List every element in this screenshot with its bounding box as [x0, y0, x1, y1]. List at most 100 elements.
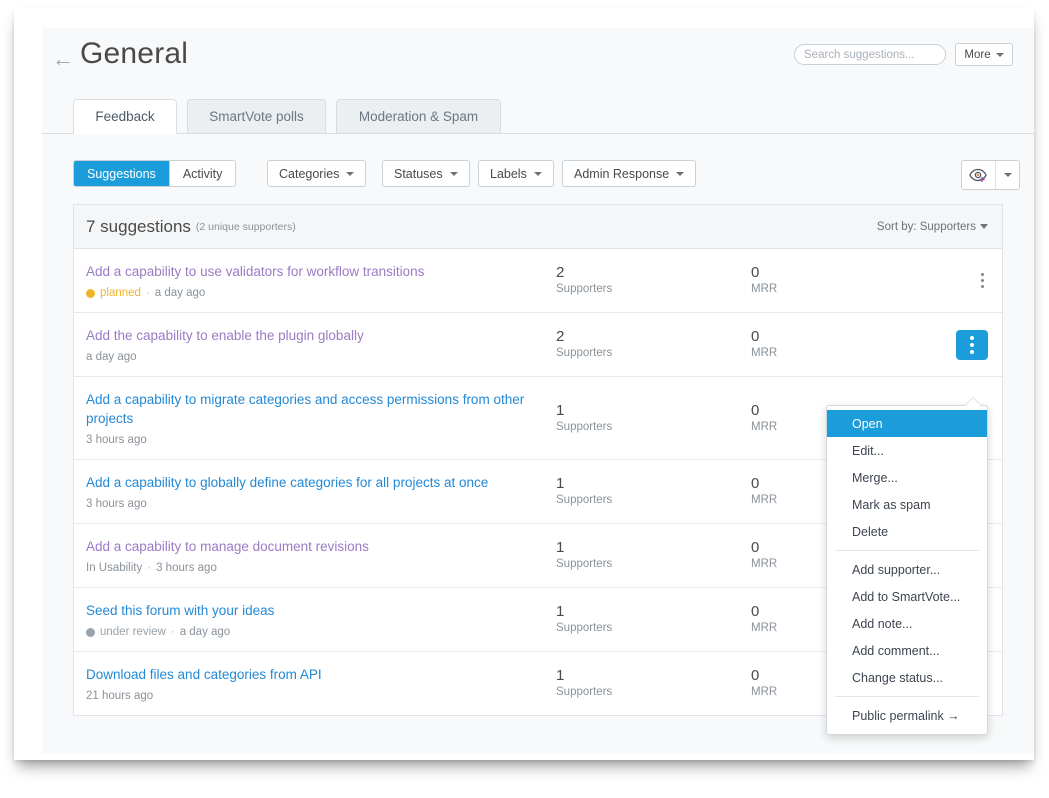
menu-pointer-arrow	[965, 398, 981, 406]
timestamp: 3 hours ago	[86, 498, 147, 510]
supporters-label: Supporters	[556, 347, 613, 359]
filter-label: Categories	[279, 166, 340, 181]
meta-separator: ·	[145, 287, 150, 299]
menu-separator	[835, 696, 979, 697]
unique-supporters-count: (2 unique supporters)	[195, 220, 296, 233]
supporters-cell: 1 Supporters	[556, 539, 751, 572]
supporters-cell: 1 Supporters	[556, 475, 751, 508]
menu-item-mark-as-spam[interactable]: Mark as spam	[827, 491, 987, 518]
supporters-count: 2	[556, 264, 565, 281]
visibility-dropdown-toggle[interactable]	[995, 161, 1019, 189]
filter-label: Statuses	[394, 166, 443, 181]
tab-feedback[interactable]: Feedback	[73, 99, 177, 134]
chevron-down-icon	[1003, 173, 1012, 177]
filter-categories-button[interactable]: Categories	[267, 160, 367, 187]
supporters-label: Supporters	[556, 420, 613, 433]
suggestion-title-link[interactable]: Add a capability to migrate categories a…	[86, 390, 556, 428]
row-actions-menu-button[interactable]	[974, 270, 990, 292]
chevron-down-icon	[449, 171, 458, 176]
filter-toolbar: Suggestions Activity Categories Statuses…	[42, 160, 1034, 190]
supporters-count: 1	[556, 603, 565, 620]
filter-label: Labels	[490, 166, 527, 181]
menu-item-add-supporter[interactable]: Add supporter...	[827, 556, 987, 583]
table-row[interactable]: Add the capability to enable the plugin …	[74, 313, 1002, 377]
mrr-label: MRR	[751, 283, 778, 295]
row-content: Add the capability to enable the plugin …	[86, 313, 556, 376]
page-header: ← General More	[42, 28, 1034, 94]
tab-moderation-spam[interactable]: Moderation & Spam	[336, 99, 501, 134]
menu-item-change-status[interactable]: Change status...	[827, 664, 987, 691]
suggestion-title-link[interactable]: Download files and categories from API	[86, 665, 556, 684]
more-button-label: More	[964, 48, 991, 61]
filter-admin-response-button[interactable]: Admin Response	[562, 160, 697, 187]
row-meta: 21 hours ago	[86, 690, 556, 702]
row-content: Seed this forum with your ideas under rev…	[86, 588, 556, 651]
suggestion-title-link[interactable]: Add the capability to enable the plugin …	[86, 326, 556, 345]
search-input[interactable]	[794, 44, 946, 65]
eye-plus-icon[interactable]	[962, 161, 995, 189]
suggestion-title-link[interactable]: Seed this forum with your ideas	[86, 601, 556, 620]
suggestion-title-link[interactable]: Add a capability to globally define cate…	[86, 473, 556, 492]
row-meta: 3 hours ago	[86, 498, 556, 510]
tab-underline	[42, 133, 1034, 134]
mrr-cell: 0 MRR	[751, 264, 931, 297]
status-dot-icon	[86, 627, 95, 637]
menu-item-edit[interactable]: Edit...	[827, 437, 987, 464]
list-header: 7 suggestions (2 unique supporters) Sort…	[74, 205, 1002, 249]
menu-item-add-to-smartvote[interactable]: Add to SmartVote...	[827, 583, 987, 610]
row-meta: a day ago	[86, 351, 556, 363]
chevron-down-icon	[533, 171, 542, 176]
tab-label: SmartVote polls	[209, 109, 304, 124]
filter-labels-button[interactable]: Labels	[478, 160, 554, 187]
supporters-count: 1	[556, 475, 565, 492]
row-meta: 3 hours ago	[86, 434, 556, 446]
timestamp: 21 hours ago	[86, 690, 154, 702]
tab-smartvote-polls[interactable]: SmartVote polls	[187, 99, 326, 134]
page-title: General	[80, 37, 189, 70]
menu-item-public-permalink[interactable]: Public permalink →	[827, 702, 987, 729]
timestamp: a day ago	[154, 287, 206, 299]
row-actions-menu-button[interactable]	[956, 329, 988, 360]
filter-label: Admin Response	[574, 166, 670, 181]
supporters-count: 2	[556, 328, 565, 345]
row-meta: under review · a day ago	[86, 626, 556, 638]
content-panel: ← General More Feedback SmartVote polls …	[42, 28, 1034, 754]
menu-item-merge[interactable]: Merge...	[827, 464, 987, 491]
table-row[interactable]: Add a capability to use validators for w…	[74, 249, 1002, 313]
suggestions-count: 7 suggestions	[86, 216, 191, 236]
meta-separator: ·	[147, 562, 152, 574]
category-label: In Usability	[86, 562, 143, 574]
tab-label: Moderation & Spam	[358, 109, 479, 124]
status-badge: under review	[100, 626, 166, 638]
suggestion-title-link[interactable]: Add a capability to use validators for w…	[86, 262, 556, 281]
row-content: Download files and categories from API 21…	[86, 652, 556, 715]
chevron-down-icon	[676, 171, 685, 176]
supporters-label: Supporters	[556, 622, 613, 634]
menu-item-delete[interactable]: Delete	[827, 518, 987, 545]
supporters-cell: 2 Supporters	[556, 328, 751, 361]
row-content: Add a capability to use validators for w…	[86, 249, 556, 312]
back-arrow-icon[interactable]: ←	[50, 46, 76, 72]
segment-activity[interactable]: Activity	[168, 161, 236, 186]
tab-bar: Feedback SmartVote polls Moderation & Sp…	[42, 99, 1034, 134]
mrr-value: 0	[751, 264, 760, 281]
supporters-cell: 1 Supporters	[556, 667, 751, 700]
more-button[interactable]: More	[955, 43, 1013, 66]
supporters-cell: 1 Supporters	[556, 603, 751, 636]
tab-label: Feedback	[95, 109, 155, 124]
menu-item-add-comment[interactable]: Add comment...	[827, 637, 987, 664]
timestamp: 3 hours ago	[156, 562, 217, 574]
menu-item-add-note[interactable]: Add note...	[827, 610, 987, 637]
menu-item-open[interactable]: Open	[827, 410, 987, 437]
row-meta: In Usability · 3 hours ago	[86, 562, 556, 574]
row-meta: planned · a day ago	[86, 287, 556, 299]
sort-by-control[interactable]: Sort by: Supporters	[877, 221, 988, 233]
segment-suggestions[interactable]: Suggestions	[74, 161, 169, 186]
chevron-down-icon	[346, 171, 355, 176]
view-segmented-control: Suggestions Activity	[73, 160, 237, 187]
supporters-label: Supporters	[556, 686, 613, 698]
suggestion-title-link[interactable]: Add a capability to manage document revi…	[86, 537, 556, 556]
row-content: Add a capability to globally define cate…	[86, 460, 556, 523]
visibility-control	[961, 160, 1020, 190]
filter-statuses-button[interactable]: Statuses	[382, 160, 470, 187]
